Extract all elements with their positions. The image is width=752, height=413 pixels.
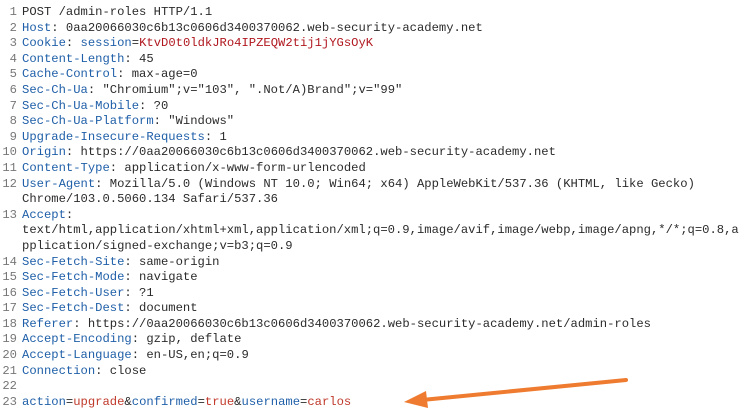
header-line-connection: 21 Connection: close [0,364,752,380]
line-number: 13 [2,207,17,222]
cookie-name: session [73,36,132,51]
header-key: Origin [22,145,66,160]
header-key: Cache-Control [22,67,118,82]
header-value: "Windows" [160,114,235,129]
header-value: 1 [212,129,227,144]
line-number: 8 [9,114,17,129]
line-number: 10 [2,145,17,160]
param-value-confirmed: true [204,394,235,409]
line-number: 17 [2,301,17,316]
request-line-1: 1 POST /admin-roles HTTP/1.1 [0,5,752,21]
request-line-text[interactable]: POST /admin-roles HTTP/1.1 [22,5,752,21]
header-key: Sec-Fetch-Site [22,254,125,269]
header-line-sec-ch-ua-platform: 8 Sec-Ch-Ua-Platform: "Windows" [0,114,752,130]
line-number: 3 [9,36,17,51]
header-value: max-age=0 [124,67,198,82]
line-number: 18 [2,316,17,331]
request-body-line: 23 action=upgrade&confirmed=true&usernam… [0,395,752,411]
header-key: Sec-Ch-Ua [22,82,88,97]
header-value: document [131,301,198,316]
header-key: Accept-Encoding [22,332,132,347]
header-line-accept: 13 Accept: text/html,application/xhtml+x… [0,208,752,255]
header-key: Referer [22,316,74,331]
line-number: 5 [9,67,17,82]
header-value: ?1 [131,285,154,300]
line-number: 23 [2,394,17,409]
line-number: 1 [9,5,17,19]
line-number: 9 [9,129,17,144]
header-value: same-origin [131,254,220,269]
header-value: application/x-www-form-urlencoded [117,160,366,175]
header-key: Accept-Language [22,348,132,363]
header-line-cache-control: 5 Cache-Control: max-age=0 [0,67,752,83]
line-number: 12 [2,176,17,191]
header-line-content-length: 4 Content-Length: 45 [0,52,752,68]
header-line-cookie: 3 Cookie: session=KtvD0t0ldkJRo4IPZEQW2t… [0,36,752,52]
request-body[interactable]: action=upgrade&confirmed=true&username=c… [22,395,752,411]
header-value: en-US,en;q=0.9 [139,348,249,363]
param-name-confirmed: confirmed [131,394,198,409]
header-value: 45 [131,51,154,66]
header-line-sec-fetch-user: 16 Sec-Fetch-User: ?1 [0,286,752,302]
header-key: Cookie [22,36,66,51]
header-line-sec-fetch-mode: 15 Sec-Fetch-Mode: navigate [0,270,752,286]
header-line-origin: 10 Origin: https://0aa20066030c6b13c0606… [0,145,752,161]
header-line-accept-language: 20 Accept-Language: en-US,en;q=0.9 [0,348,752,364]
header-value: text/html,application/xhtml+xml,applicat… [22,223,739,253]
line-number: 19 [2,332,17,347]
header-key: Sec-Fetch-Mode [22,270,125,285]
header-line-accept-encoding: 19 Accept-Encoding: gzip, deflate [0,332,752,348]
header-value: "Chromium";v="103", ".Not/A)Brand";v="99… [95,82,403,97]
header-value: 0aa20066030c6b13c0606d3400370062.web-sec… [58,20,483,35]
line-number: 4 [9,51,17,66]
header-value: ?0 [146,98,169,113]
header-key: Sec-Ch-Ua-Mobile [22,98,140,113]
header-line-referer: 18 Referer: https://0aa20066030c6b13c060… [0,317,752,333]
line-number: 22 [2,379,17,394]
blank-line: 22 [0,379,752,395]
header-line-upgrade-insecure-requests: 9 Upgrade-Insecure-Requests: 1 [0,130,752,146]
param-name-username: username [241,394,301,409]
cookie-value: KtvD0t0ldkJRo4IPZEQW2tij1jYGsOyK [139,36,374,51]
line-number: 6 [9,82,17,97]
param-value-action: upgrade [73,394,125,409]
header-line-host: 2 Host: 0aa20066030c6b13c0606d3400370062… [0,21,752,37]
header-value: navigate [131,270,198,285]
header-line-sec-ch-ua-mobile: 7 Sec-Ch-Ua-Mobile: ?0 [0,99,752,115]
line-number: 15 [2,270,17,285]
header-value: gzip, deflate [139,332,242,347]
header-value: Mozilla/5.0 (Windows NT 10.0; Win64; x64… [22,176,703,207]
param-name-action: action [22,394,66,409]
header-value: https://0aa20066030c6b13c0606d3400370062… [80,316,651,331]
line-number: 11 [2,160,17,175]
header-key: Host [22,20,52,35]
line-number: 16 [2,285,17,300]
header-key: User-Agent [22,176,96,191]
header-key: Connection [22,363,96,378]
header-key: Sec-Ch-Ua-Platform [22,114,154,129]
header-value: https://0aa20066030c6b13c0606d3400370062… [73,145,556,160]
line-number: 21 [2,363,17,378]
line-number: 20 [2,348,17,363]
header-line-user-agent: 12 User-Agent: Mozilla/5.0 (Windows NT 1… [0,177,752,208]
param-value-username: carlos [307,394,352,409]
header-key: Content-Type [22,160,110,175]
line-number: 2 [9,20,17,35]
header-value: close [102,363,147,378]
header-line-sec-fetch-site: 14 Sec-Fetch-Site: same-origin [0,255,752,271]
header-line-sec-fetch-dest: 17 Sec-Fetch-Dest: document [0,301,752,317]
http-request-editor[interactable]: 1 POST /admin-roles HTTP/1.1 2 Host: 0aa… [0,5,752,410]
header-key: Sec-Fetch-Dest [22,301,125,316]
header-key: Sec-Fetch-User [22,285,125,300]
header-key: Accept [22,207,66,222]
header-key: Content-Length [22,51,125,66]
line-number: 7 [9,98,17,113]
line-number: 14 [2,254,17,269]
header-line-sec-ch-ua: 6 Sec-Ch-Ua: "Chromium";v="103", ".Not/A… [0,83,752,99]
header-key: Upgrade-Insecure-Requests [22,129,205,144]
header-line-content-type: 11 Content-Type: application/x-www-form-… [0,161,752,177]
